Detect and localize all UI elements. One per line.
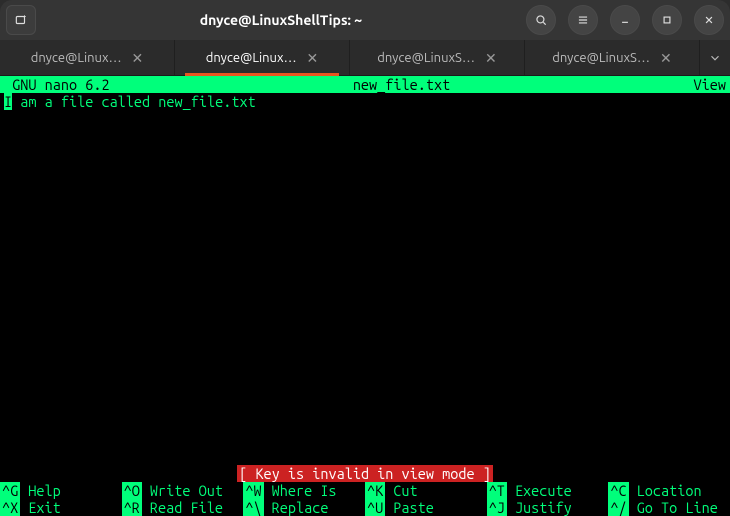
tab-close-icon[interactable]: ✕ xyxy=(660,51,672,65)
nano-help-item: ^/ Go To Line xyxy=(608,499,730,516)
nano-help-item: ^O Write Out xyxy=(122,482,244,499)
nano-help-item: ^K Cut xyxy=(365,482,487,499)
nano-help-label: Execute xyxy=(515,482,572,499)
nano-status-message: [ Key is invalid in view mode ] xyxy=(237,465,493,482)
nano-help-item: ^\ Replace xyxy=(243,499,365,516)
nano-mode: View xyxy=(694,76,726,93)
nano-help-row-2: ^X Exit ^R Read File ^\ Replace ^U Paste ^J J… xyxy=(0,499,730,516)
terminal-tab-1[interactable]: dnyce@Linux… ✕ xyxy=(0,40,175,75)
nano-help-label: Replace xyxy=(272,499,329,516)
tab-close-icon[interactable]: ✕ xyxy=(485,51,497,65)
nano-filename: new_file.txt xyxy=(110,76,694,93)
tab-close-icon[interactable]: ✕ xyxy=(132,51,144,65)
nano-help-label: Write Out xyxy=(150,482,223,499)
nano-help-label: Where Is xyxy=(272,482,337,499)
nano-help-row-1: ^G Help ^O Write Out ^W Where Is ^K Cut ^T Ex… xyxy=(0,482,730,499)
terminal-tab-3[interactable]: dnyce@LinuxS… ✕ xyxy=(350,40,525,75)
new-tab-button[interactable] xyxy=(6,5,36,35)
nano-help-label: Exit xyxy=(28,499,60,516)
nano-help-key: ^G xyxy=(0,482,20,499)
tab-close-icon[interactable]: ✕ xyxy=(307,51,319,65)
close-button[interactable] xyxy=(694,5,724,35)
nano-help-key: ^\ xyxy=(243,499,263,516)
nano-help-key: ^T xyxy=(487,482,507,499)
new-tab-icon xyxy=(14,13,28,27)
nano-help-key: ^O xyxy=(122,482,142,499)
tab-label: dnyce@LinuxS… xyxy=(552,51,650,65)
window-title: dnyce@LinuxShellTips: ~ xyxy=(42,12,520,28)
nano-help-label: Justify xyxy=(515,499,572,516)
window-titlebar: dnyce@LinuxShellTips: ~ xyxy=(0,0,730,40)
nano-help-label: Go To Line xyxy=(637,499,718,516)
nano-title-bar: GNU nano 6.2 new_file.txt View xyxy=(0,76,730,93)
nano-help-item: ^X Exit xyxy=(0,499,122,516)
hamburger-icon xyxy=(576,13,590,27)
nano-help-label: Read File xyxy=(150,499,223,516)
close-icon xyxy=(702,13,716,27)
nano-version: GNU nano 6.2 xyxy=(4,76,110,93)
minimize-button[interactable] xyxy=(610,5,640,35)
nano-help-item: ^C Location xyxy=(608,482,730,499)
nano-help-item: ^R Read File xyxy=(122,499,244,516)
nano-help-bar: ^G Help ^O Write Out ^W Where Is ^K Cut ^T Ex… xyxy=(0,482,730,516)
nano-help-item: ^W Where Is xyxy=(243,482,365,499)
nano-help-key: ^/ xyxy=(608,499,628,516)
nano-help-key: ^U xyxy=(365,499,385,516)
nano-help-key: ^X xyxy=(0,499,20,516)
tab-label: dnyce@Linux… xyxy=(31,51,122,65)
terminal-tab-4[interactable]: dnyce@LinuxS… ✕ xyxy=(525,40,700,75)
menu-button[interactable] xyxy=(568,5,598,35)
chevron-down-icon xyxy=(708,51,722,65)
tabs-dropdown-button[interactable] xyxy=(700,40,730,75)
nano-help-item: ^G Help xyxy=(0,482,122,499)
terminal-content[interactable]: GNU nano 6.2 new_file.txt View I am a fi… xyxy=(0,76,730,516)
tab-label: dnyce@LinuxS… xyxy=(377,51,475,65)
minimize-icon xyxy=(618,13,632,27)
maximize-button[interactable] xyxy=(652,5,682,35)
nano-help-item: ^T Execute xyxy=(487,482,609,499)
nano-help-label: Location xyxy=(637,482,702,499)
nano-help-key: ^R xyxy=(122,499,142,516)
nano-help-key: ^J xyxy=(487,499,507,516)
tab-bar: dnyce@Linux… ✕ dnyce@Linux… ✕ dnyce@Linu… xyxy=(0,40,730,76)
maximize-icon xyxy=(660,13,674,27)
search-button[interactable] xyxy=(526,5,556,35)
search-icon xyxy=(534,13,548,27)
tab-label: dnyce@Linux… xyxy=(206,51,297,65)
nano-help-key: ^K xyxy=(365,482,385,499)
nano-help-label: Cut xyxy=(393,482,417,499)
nano-help-key: ^W xyxy=(243,482,263,499)
nano-help-item: ^U Paste xyxy=(365,499,487,516)
nano-help-item: ^J Justify xyxy=(487,499,609,516)
nano-cursor: I xyxy=(4,93,12,110)
nano-help-key: ^C xyxy=(608,482,628,499)
nano-help-label: Help xyxy=(28,482,60,499)
nano-help-label: Paste xyxy=(393,499,434,516)
nano-status-bar: [ Key is invalid in view mode ] xyxy=(0,465,730,482)
nano-editor-area[interactable]: I am a file called new_file.txt xyxy=(0,93,730,465)
nano-file-content: am a file called new_file.txt xyxy=(12,93,256,110)
terminal-tab-2[interactable]: dnyce@Linux… ✕ xyxy=(175,40,350,75)
